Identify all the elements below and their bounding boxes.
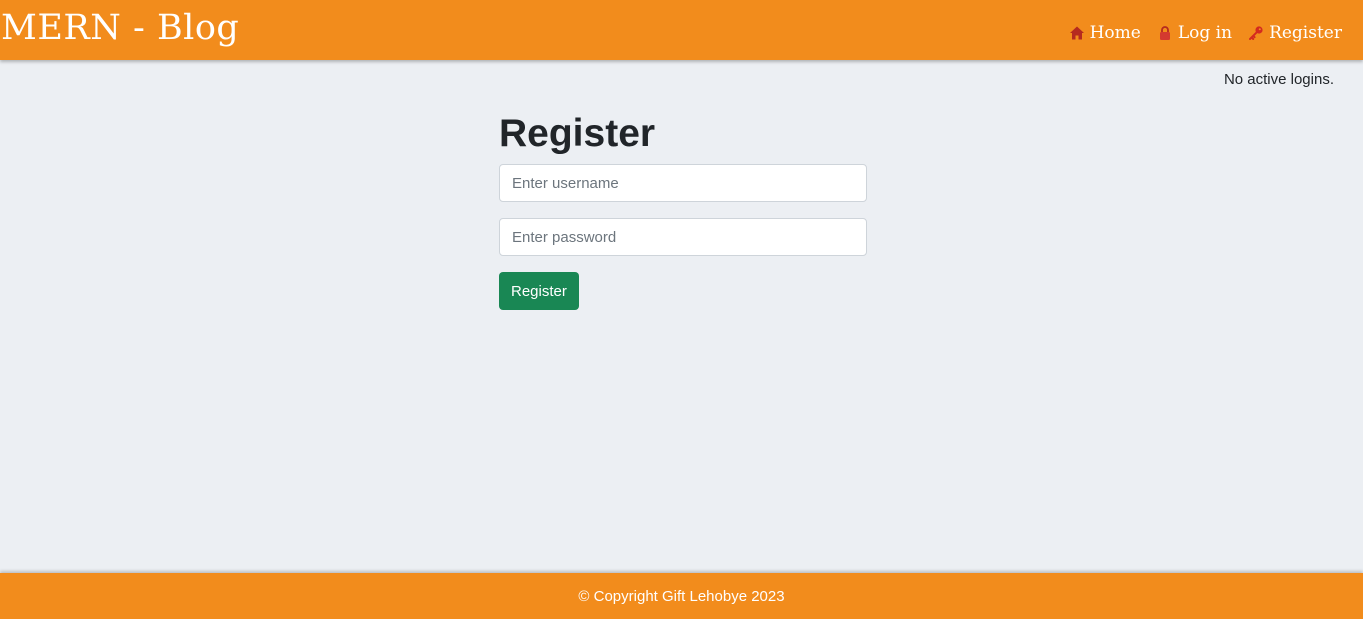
password-input[interactable] (499, 218, 867, 256)
site-brand[interactable]: MERN - Blog (1, 6, 239, 50)
username-input[interactable] (499, 164, 867, 202)
nav-register-label: Register (1269, 23, 1342, 43)
nav-login-label: Log in (1177, 23, 1233, 43)
nav-login-link[interactable]: Log in (1157, 23, 1232, 43)
copyright-text: © Copyright Gift Lehobye 2023 (578, 588, 785, 605)
nav-links: Home Log in Register (1053, 20, 1342, 46)
top-navbar: MERN - Blog Home Log in Register (0, 0, 1363, 60)
page-footer: © Copyright Gift Lehobye 2023 (0, 573, 1363, 619)
nav-register-link[interactable]: Register (1248, 23, 1342, 43)
key-icon (1249, 26, 1263, 40)
register-submit-button[interactable]: Register (499, 272, 579, 310)
page-title: Register (499, 112, 656, 155)
nav-home-label: Home (1089, 23, 1141, 43)
home-icon (1069, 26, 1084, 40)
nav-home-link[interactable]: Home (1069, 23, 1141, 43)
lock-icon (1159, 26, 1170, 40)
register-form: Register Register (499, 110, 867, 310)
login-status-text: No active logins. (1223, 71, 1334, 88)
